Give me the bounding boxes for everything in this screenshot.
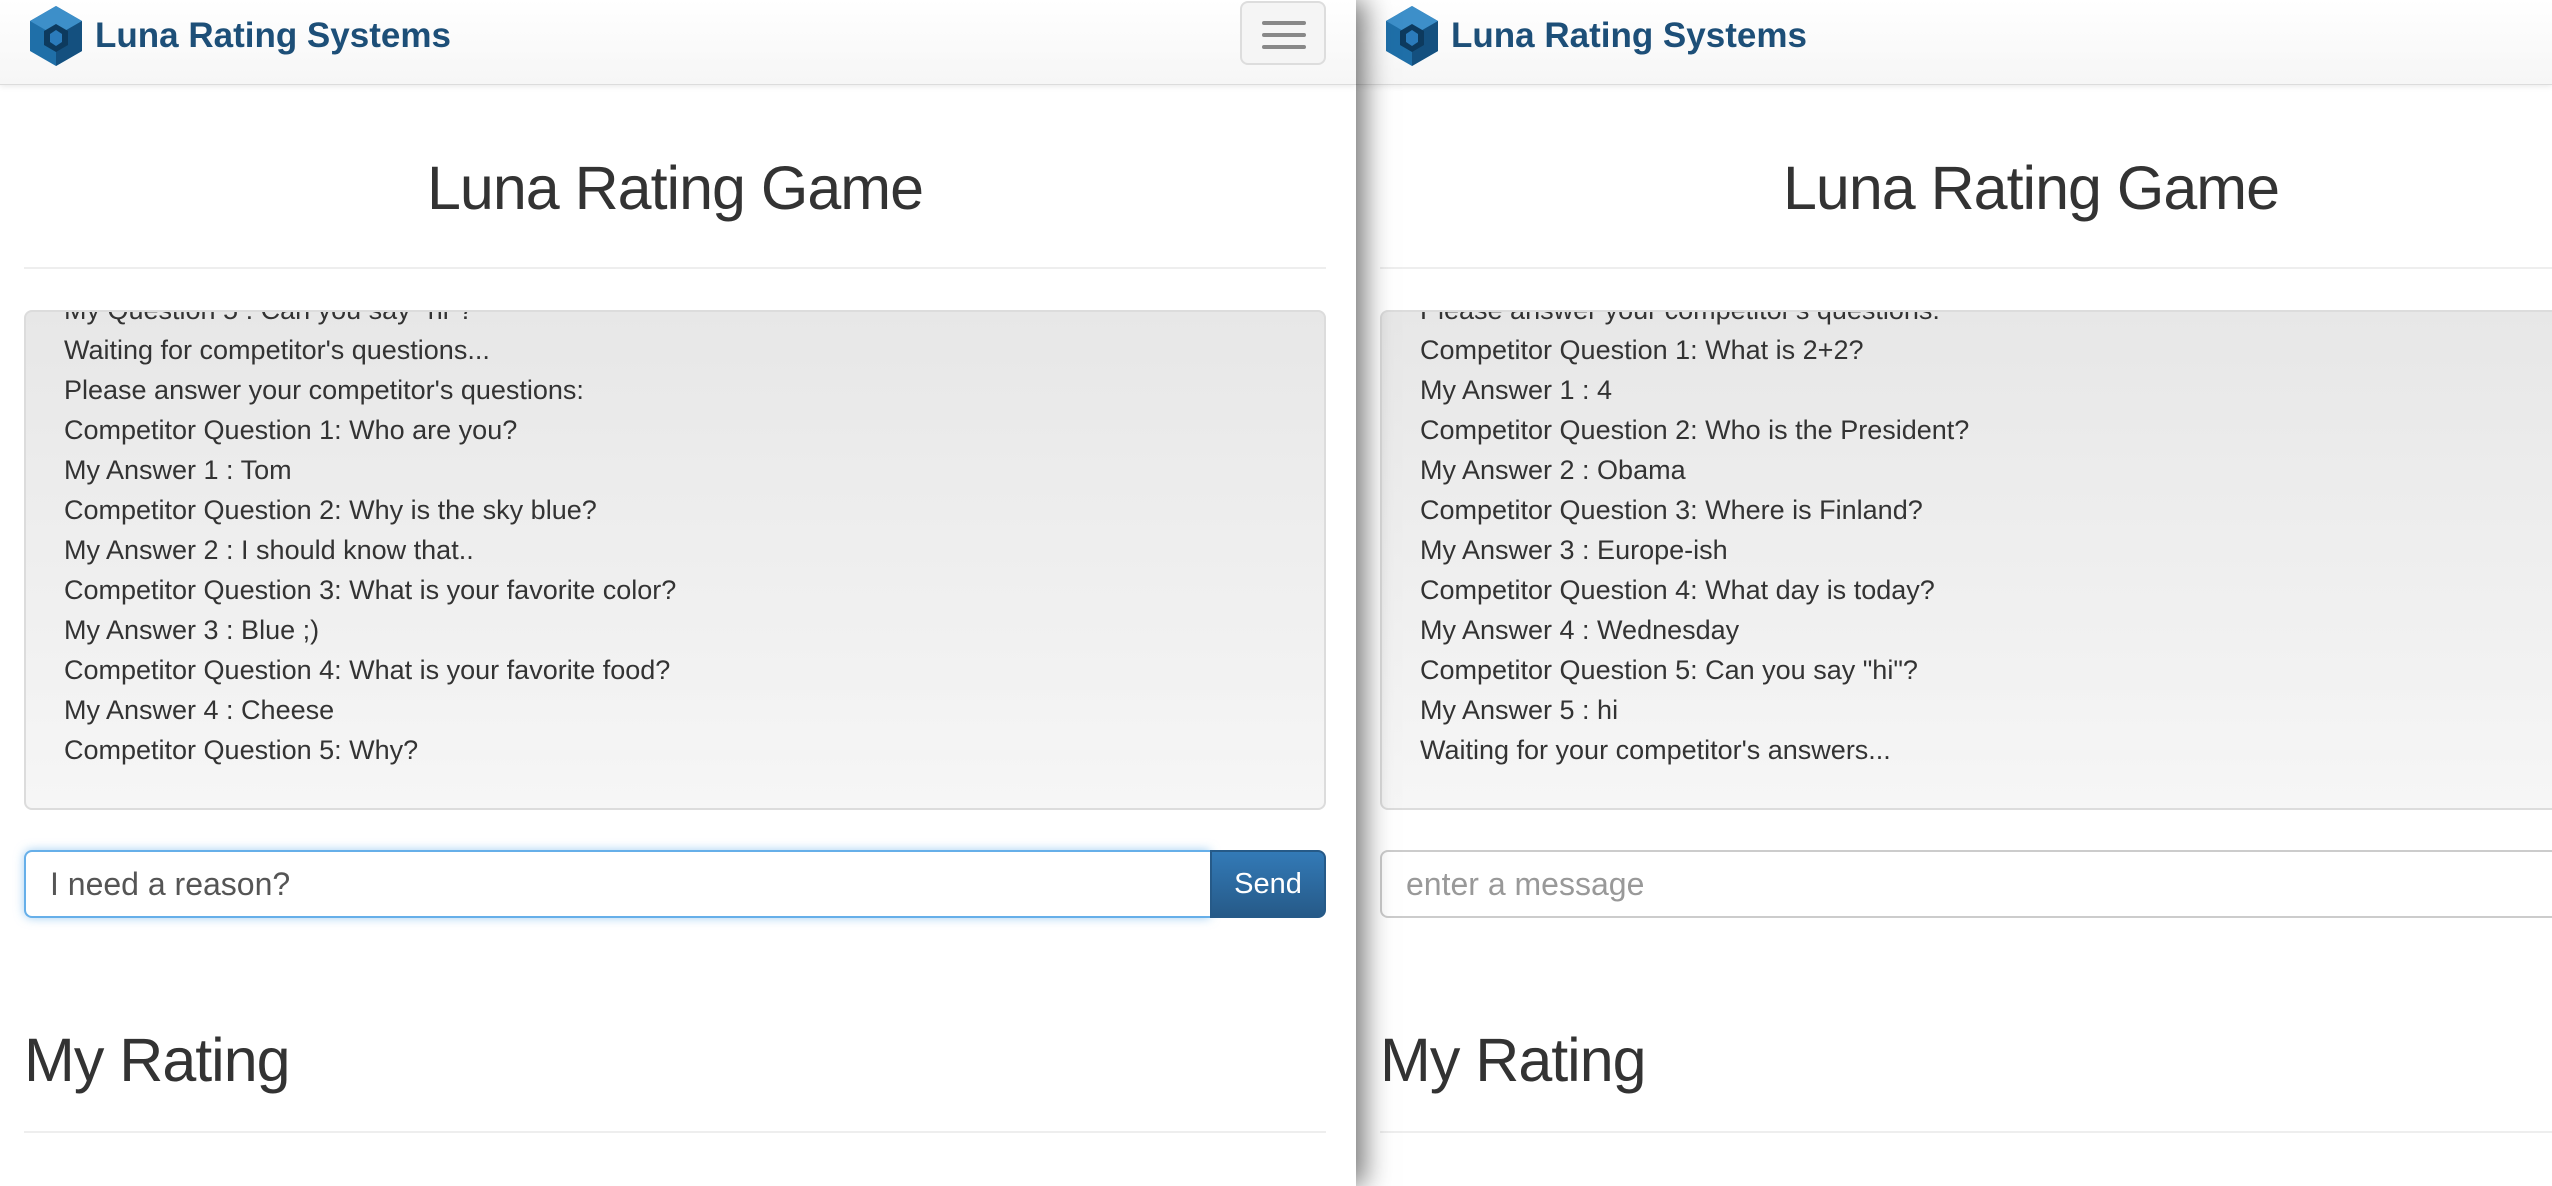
brand-link[interactable]: Luna Rating Systems	[27, 4, 451, 68]
chat-log[interactable]: My Question 5 : Can you say "hi"? Waitin…	[24, 310, 1326, 810]
chat-message: Please answer your competitor's question…	[1420, 310, 1940, 325]
send-button[interactable]: Send	[1210, 850, 1326, 918]
divider	[1380, 267, 2552, 269]
chat-lines: My Question 5 : Can you say "hi"? Waitin…	[64, 310, 677, 770]
chat-message: Competitor Question 3: Where is Finland?	[1420, 495, 1923, 525]
luna-logo-icon	[1386, 6, 1438, 66]
chat-message: My Answer 2 : Obama	[1420, 455, 1686, 485]
chat-message: My Answer 4 : Cheese	[64, 695, 335, 725]
chat-message: Competitor Question 5: Can you say "hi"?	[1420, 655, 1918, 685]
chat-message: Competitor Question 5: Why?	[64, 735, 419, 765]
chat-message: Competitor Question 4: What day is today…	[1420, 575, 1935, 605]
hamburger-icon	[1262, 45, 1306, 49]
divider	[24, 1131, 1326, 1133]
hamburger-icon	[1262, 21, 1306, 25]
divider	[1380, 1131, 2552, 1133]
my-rating-heading: My Rating	[1380, 1026, 1647, 1094]
page-title: Luna Rating Game	[426, 154, 924, 222]
luna-logo-icon	[30, 6, 82, 66]
message-input[interactable]	[1380, 850, 2552, 918]
navbar: Luna Rating Systems	[1356, 0, 2552, 85]
chat-message: Waiting for competitor's questions...	[64, 335, 490, 365]
brand-name: Luna Rating Systems	[95, 16, 451, 55]
message-input[interactable]	[24, 850, 1210, 918]
chat-message: My Answer 5 : hi	[1420, 695, 1619, 725]
chat-message: Competitor Question 2: Who is the Presid…	[1420, 415, 1970, 445]
divider	[24, 267, 1326, 269]
chat-message: Please answer your competitor's question…	[64, 375, 584, 405]
chat-message: My Answer 3 : Blue ;)	[64, 615, 320, 645]
chat-log[interactable]: Please answer your competitor's question…	[1380, 310, 2552, 810]
brand-link[interactable]: Luna Rating Systems	[1383, 4, 1807, 68]
navbar: Luna Rating Systems	[0, 0, 1356, 85]
chat-message: My Answer 1 : Tom	[64, 455, 292, 485]
chat-message: Waiting for your competitor's answers...	[1420, 735, 1891, 765]
chat-lines: Please answer your competitor's question…	[1420, 310, 1970, 770]
menu-toggle-button[interactable]	[1240, 1, 1326, 65]
chat-message: Competitor Question 3: What is your favo…	[64, 575, 677, 605]
chat-message: My Answer 3 : Europe-ish	[1420, 535, 1728, 565]
chat-message: My Question 5 : Can you say "hi"?	[64, 310, 474, 325]
message-input-group: Send	[24, 850, 1326, 918]
hamburger-icon	[1262, 33, 1306, 37]
brand-name: Luna Rating Systems	[1451, 16, 1807, 55]
page-title: Luna Rating Game	[1782, 154, 2280, 222]
chat-message: Competitor Question 1: Who are you?	[64, 415, 518, 445]
chat-message: My Answer 1 : 4	[1420, 375, 1613, 405]
chat-message: My Answer 4 : Wednesday	[1420, 615, 1740, 645]
my-rating-heading: My Rating	[24, 1026, 291, 1094]
chat-message: My Answer 2 : I should know that..	[64, 535, 474, 565]
message-input-group	[1380, 850, 2552, 918]
left-window: Luna Rating Systems Luna Rating Game My …	[0, 0, 1356, 1186]
chat-message: Competitor Question 2: Why is the sky bl…	[64, 495, 597, 525]
chat-message: Competitor Question 4: What is your favo…	[64, 655, 671, 685]
right-window: Luna Rating Systems Luna Rating Game Ple…	[1356, 0, 2552, 1186]
chat-message: Competitor Question 1: What is 2+2?	[1420, 335, 1864, 365]
